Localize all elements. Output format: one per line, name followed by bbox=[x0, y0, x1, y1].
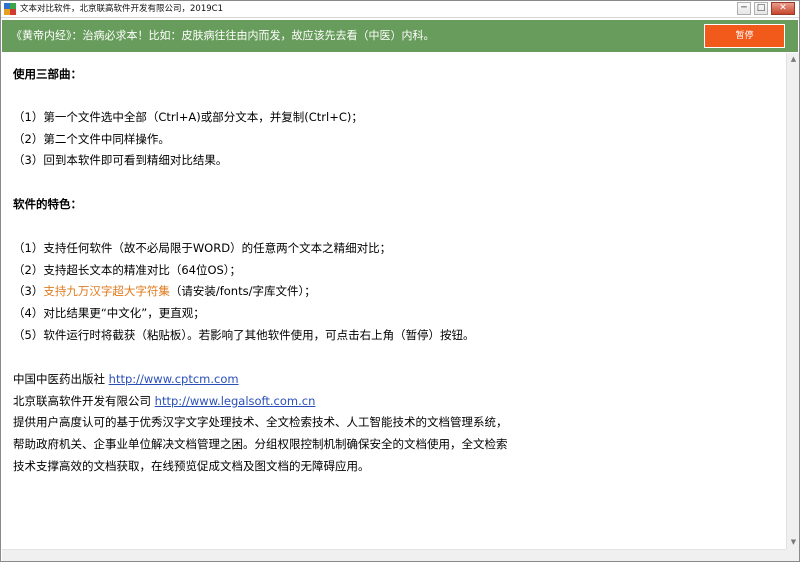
usage-step-1: （1）第一个文件选中全部（Ctrl+A)或部分文本，并复制(Ctrl+C)； bbox=[13, 110, 363, 124]
publisher-2-name: 北京联高软件开发有限公司 bbox=[13, 394, 151, 408]
usage-step-2: （2）第二个文件中同样操作。 bbox=[13, 132, 170, 146]
company-description-line-1: 提供用户高度认可的基于优秀汉字文字处理技术、全文检索技术、人工智能技术的文档管理… bbox=[13, 415, 508, 429]
pause-button[interactable]: 暂停 bbox=[704, 24, 785, 48]
maximize-button[interactable]: □ bbox=[754, 2, 768, 15]
minimize-button[interactable]: ─ bbox=[737, 2, 751, 15]
publisher-1-link[interactable]: http://www.cptcm.com bbox=[109, 372, 239, 386]
window-controls: ─ □ ✕ bbox=[737, 2, 795, 15]
vertical-scrollbar[interactable]: ▲ ▼ bbox=[786, 53, 799, 549]
feature-item-3-suffix: （请安装/fonts/字库文件）； bbox=[169, 284, 316, 298]
info-banner: 《黄帝内经》：治病必求本！比如：皮肤病往往由内而发，故应该先去看（中医）内科。 … bbox=[2, 20, 798, 52]
scroll-down-arrow-icon[interactable]: ▼ bbox=[787, 536, 800, 549]
feature-item-3-prefix: （3） bbox=[13, 284, 44, 298]
text-content-area[interactable]: 使用三部曲： （1）第一个文件选中全部（Ctrl+A)或部分文本，并复制(Ctr… bbox=[2, 53, 786, 549]
publisher-2-link[interactable]: http://www.legalsoft.com.cn bbox=[155, 394, 316, 408]
feature-item-3-highlight: 支持九万汉字超大字符集 bbox=[43, 284, 170, 298]
close-button[interactable]: ✕ bbox=[771, 2, 795, 15]
features-heading: 软件的特色： bbox=[13, 197, 82, 211]
publisher-1-name: 中国中医药出版社 bbox=[13, 372, 105, 386]
scrollbar-corner bbox=[786, 549, 799, 561]
app-window: 文本对比软件，北京联高软件开发有限公司，2019C1 ─ □ ✕ 《黄帝内经》：… bbox=[0, 0, 800, 562]
feature-item-5: （5）软件运行时将截获（粘贴板）。若影响了其他软件使用，可点击右上角（暂停）按钮… bbox=[13, 328, 475, 342]
window-title: 文本对比软件，北京联高软件开发有限公司，2019C1 bbox=[20, 4, 223, 14]
usage-step-3: （3）回到本软件即可看到精细对比结果。 bbox=[13, 153, 228, 167]
publisher-1: 中国中医药出版社 http://www.cptcm.com bbox=[13, 371, 239, 387]
title-bar[interactable]: 文本对比软件，北京联高软件开发有限公司，2019C1 ─ □ ✕ bbox=[1, 1, 799, 18]
company-description-line-2: 帮助政府机关、企事业单位解决文档管理之困。分组权限控制机制确保安全的文档使用，全… bbox=[13, 437, 508, 451]
feature-item-4: （4）对比结果更“中文化”，更直观； bbox=[13, 306, 205, 320]
publisher-2: 北京联高软件开发有限公司 http://www.legalsoft.com.cn bbox=[13, 393, 315, 409]
app-icon bbox=[4, 3, 16, 15]
feature-item-2: （2）支持超长文本的精准对比（64位OS）； bbox=[13, 263, 242, 277]
banner-text: 《黄帝内经》：治病必求本！比如：皮肤病往往由内而发，故应该先去看（中医）内科。 bbox=[11, 29, 435, 42]
feature-item-3: （3）支持九万汉字超大字符集（请安装/fonts/字库文件）； bbox=[13, 283, 316, 299]
company-description-line-3: 技术支撑高效的文档获取，在线预览促成文档及图文档的无障碍应用。 bbox=[13, 459, 370, 473]
usage-heading: 使用三部曲： bbox=[13, 67, 82, 81]
feature-item-1: （1）支持任何软件（故不必局限于WORD）的任意两个文本之精细对比； bbox=[13, 241, 392, 255]
horizontal-scrollbar[interactable] bbox=[2, 549, 786, 561]
scroll-up-arrow-icon[interactable]: ▲ bbox=[787, 53, 800, 66]
